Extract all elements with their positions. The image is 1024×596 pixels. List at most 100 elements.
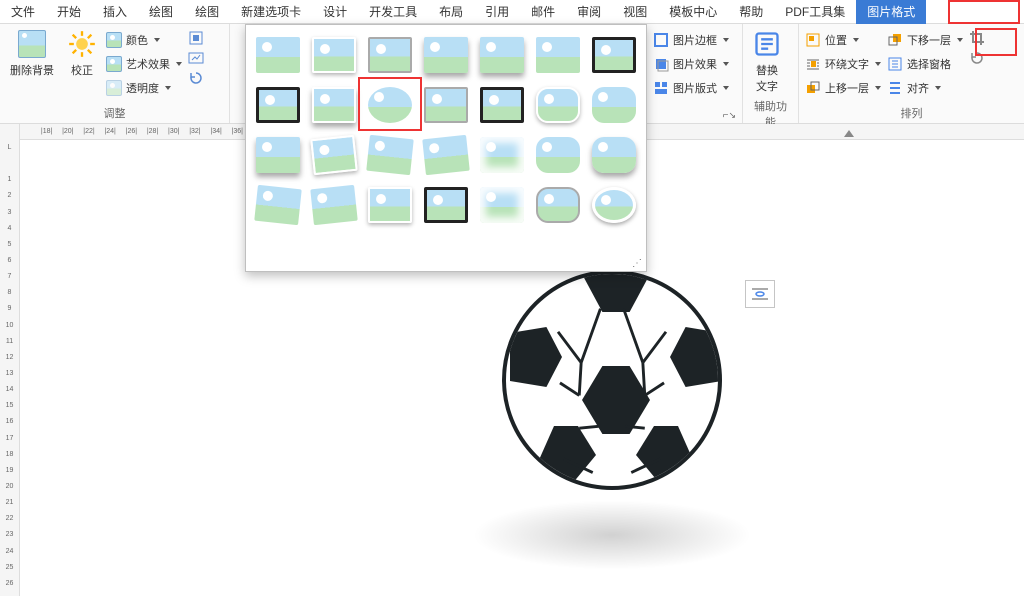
picture-styles-gallery: ⋰ <box>245 24 647 272</box>
artistic-effects-button[interactable]: 艺术效果 <box>106 54 182 74</box>
menu-draw2[interactable]: 绘图 <box>184 0 230 24</box>
layout-icon <box>653 80 669 96</box>
menu-home[interactable]: 开始 <box>46 0 92 24</box>
style-metal-oval[interactable] <box>590 185 638 225</box>
style-round-corner-white[interactable] <box>534 85 582 125</box>
style-bevel-persp[interactable] <box>590 135 638 175</box>
position-label: 位置 <box>825 32 847 48</box>
style-soft-persp[interactable] <box>310 185 358 225</box>
style-reflected[interactable] <box>478 35 526 75</box>
menu-ref[interactable]: 引用 <box>474 0 520 24</box>
style-drop-shadow[interactable] <box>422 35 470 75</box>
style-simple[interactable] <box>254 35 302 75</box>
menu-design[interactable]: 设计 <box>312 0 358 24</box>
resize-handle-icon[interactable]: ⋰ <box>632 258 642 269</box>
menu-template[interactable]: 模板中心 <box>658 0 728 24</box>
chevron-down-icon <box>165 86 171 90</box>
rotate-icon[interactable] <box>969 50 985 66</box>
chevron-down-icon <box>176 62 182 66</box>
menu-mail[interactable]: 邮件 <box>520 0 566 24</box>
bring-forward-button[interactable]: 上移一层 <box>805 78 881 98</box>
style-bevel-rect[interactable] <box>534 135 582 175</box>
picture-effects-button[interactable]: 图片效果 <box>653 54 729 74</box>
remove-background-button[interactable]: 删除背景 <box>6 28 58 103</box>
menu-insert[interactable]: 插入 <box>92 0 138 24</box>
annotation-highlight-picfmt <box>948 0 1020 24</box>
style-thick-black[interactable] <box>254 85 302 125</box>
chevron-down-icon <box>723 38 729 42</box>
style-soft-edge-rect[interactable] <box>534 35 582 75</box>
arrange-group-label: 排列 <box>805 103 1018 121</box>
reset-picture-icon[interactable] <box>188 70 204 86</box>
crop-icon[interactable] <box>969 30 985 46</box>
change-picture-icon[interactable] <box>188 50 204 66</box>
selection-pane-icon <box>887 56 903 72</box>
picture-border-button[interactable]: 图片边框 <box>653 30 729 50</box>
picture-layout-button[interactable]: 图片版式 <box>653 78 729 98</box>
style-bevel-black[interactable] <box>422 185 470 225</box>
style-center-shadow[interactable] <box>422 85 470 125</box>
menu-draw1[interactable]: 绘图 <box>138 0 184 24</box>
selection-pane-button[interactable]: 选择窗格 <box>887 54 963 74</box>
send-backward-button[interactable]: 下移一层 <box>887 30 963 50</box>
menu-review[interactable]: 审阅 <box>566 0 612 24</box>
style-rotated-white[interactable] <box>310 135 358 175</box>
menu-help[interactable]: 帮助 <box>728 0 774 24</box>
alt-text-label: 替换 文字 <box>756 62 778 94</box>
alt-text-icon <box>753 30 781 58</box>
style-metal-round[interactable] <box>534 185 582 225</box>
remove-background-label: 删除背景 <box>10 62 54 78</box>
color-label: 颜色 <box>126 32 148 48</box>
menu-picture-format[interactable]: 图片格式 <box>856 0 926 24</box>
style-relaxed-persp[interactable] <box>254 185 302 225</box>
style-perspective-right[interactable] <box>366 135 414 175</box>
corrections-button[interactable]: 校正 <box>64 28 100 103</box>
indent-marker-icon[interactable] <box>844 130 854 137</box>
style-bevel-white[interactable] <box>366 185 414 225</box>
transparency-button[interactable]: 透明度 <box>106 78 182 98</box>
style-perspective-left[interactable] <box>422 135 470 175</box>
color-button[interactable]: 颜色 <box>106 30 182 50</box>
menu-bar: 文件 开始 插入 绘图 绘图 新建选项卡 设计 开发工具 布局 引用 邮件 审阅… <box>0 0 1024 24</box>
menu-file[interactable]: 文件 <box>0 0 46 24</box>
menu-pdf[interactable]: PDF工具集 <box>774 0 856 24</box>
bring-forward-icon <box>805 80 821 96</box>
border-icon <box>653 32 669 48</box>
style-reflection-round[interactable] <box>478 135 526 175</box>
style-rounded-black[interactable] <box>478 85 526 125</box>
chevron-down-icon <box>875 62 881 66</box>
style-white-frame[interactable] <box>310 35 358 75</box>
compress-icon[interactable] <box>188 30 204 46</box>
menu-newtab[interactable]: 新建选项卡 <box>230 0 312 24</box>
align-label: 对齐 <box>907 80 929 96</box>
chevron-down-icon <box>723 62 729 66</box>
ribbon-group-accessibility: 替换 文字 辅助功能 <box>743 24 799 123</box>
alt-text-button[interactable]: 替换 文字 <box>749 28 785 96</box>
align-button[interactable]: 对齐 <box>887 78 963 98</box>
menu-layout[interactable]: 布局 <box>428 0 474 24</box>
wrap-text-button[interactable]: 环绕文字 <box>805 54 881 74</box>
remove-background-icon <box>18 30 46 58</box>
send-backward-icon <box>887 32 903 48</box>
transparency-label: 透明度 <box>126 80 159 96</box>
position-button[interactable]: 位置 <box>805 30 881 50</box>
effects-label: 图片效果 <box>673 56 717 72</box>
style-grey-frame[interactable] <box>366 35 414 75</box>
layout-options-button[interactable] <box>745 280 775 308</box>
style-double-black[interactable] <box>590 35 638 75</box>
color-icon <box>106 32 122 48</box>
menu-view[interactable]: 视图 <box>612 0 658 24</box>
wrap-icon <box>805 56 821 72</box>
artistic-label: 艺术效果 <box>126 56 170 72</box>
menu-dev[interactable]: 开发工具 <box>358 0 428 24</box>
style-snip-corner[interactable] <box>590 85 638 125</box>
layout-label: 图片版式 <box>673 80 717 96</box>
chevron-down-icon <box>957 38 963 42</box>
soccer-ball-image[interactable] <box>502 270 722 490</box>
style-moderate[interactable] <box>254 135 302 175</box>
ball-shadow <box>472 500 752 570</box>
chevron-down-icon <box>723 86 729 90</box>
style-compound-white[interactable] <box>310 85 358 125</box>
style-oval-highlighted[interactable] <box>366 85 414 125</box>
style-reflected-bevel[interactable] <box>478 185 526 225</box>
